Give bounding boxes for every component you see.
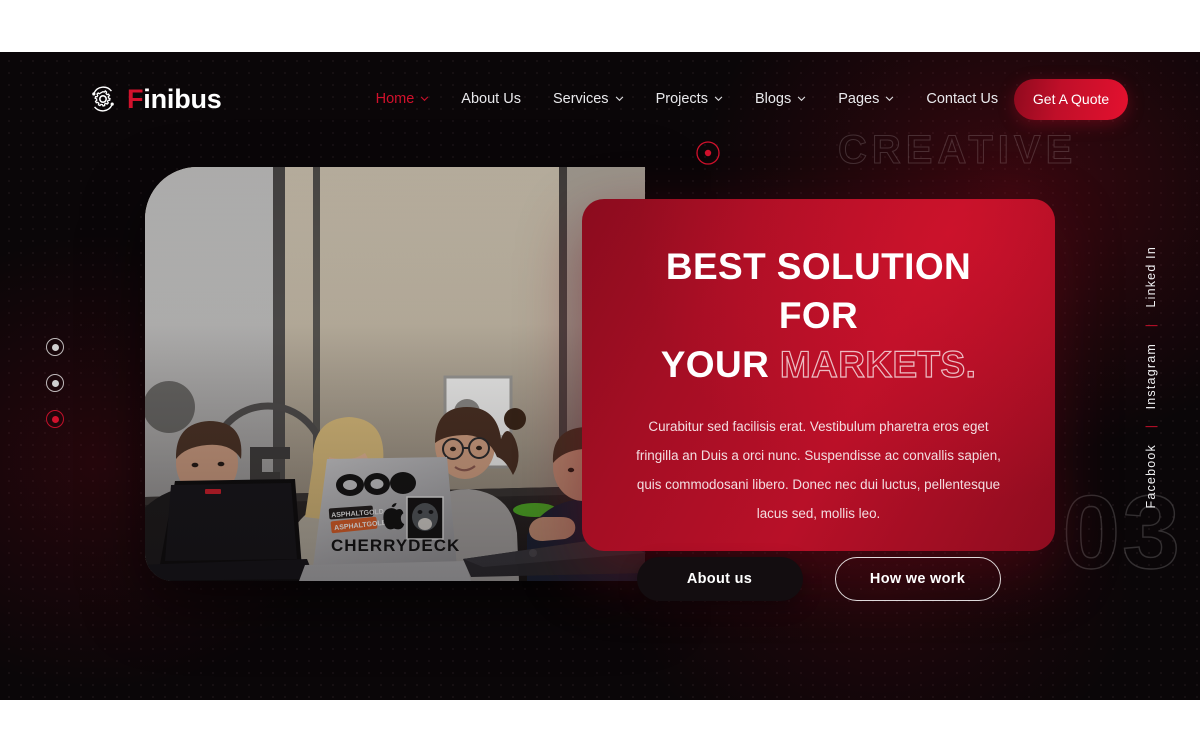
rail-separator: |	[1144, 323, 1158, 327]
headline-line-1: BEST SOLUTION FOR	[665, 246, 972, 336]
office-team-illustration: ASPHALTGOLD ASPHALTGOLD CHERRYDECK	[145, 167, 645, 581]
brand-accent-letter: F	[127, 83, 144, 114]
nav-label: About Us	[461, 91, 521, 107]
nav-item-services[interactable]: Services	[537, 91, 640, 107]
nav-item-about-us[interactable]: About Us	[445, 91, 537, 107]
nav-item-contact-us[interactable]: Contact Us	[910, 91, 1014, 107]
svg-text:CHERRYDECK: CHERRYDECK	[331, 536, 460, 555]
nav-item-pages[interactable]: Pages	[822, 91, 910, 107]
slider-dot-3-active[interactable]	[46, 410, 64, 428]
brand-name: Finibus	[127, 83, 222, 114]
brand-logo[interactable]: Finibus	[88, 84, 222, 114]
social-link-instagram[interactable]: Instagram	[1144, 343, 1158, 409]
headline-outline-word: MARKETS.	[779, 343, 977, 385]
nav-label: Pages	[838, 91, 880, 107]
hero-headline: BEST SOLUTION FOR YOUR MARKETS.	[622, 243, 1015, 389]
slide-number-watermark: 03	[1062, 475, 1182, 591]
gear-target-icon	[92, 86, 114, 112]
chevron-down-icon	[615, 96, 623, 102]
headline-line-2: YOUR MARKETS.	[622, 341, 1015, 390]
nav-label: Contact Us	[926, 91, 999, 107]
chevron-down-icon	[886, 96, 894, 102]
nav-label: Home	[375, 91, 415, 107]
nav-item-blogs[interactable]: Blogs	[739, 91, 822, 107]
nav-label: Services	[552, 91, 609, 107]
social-link-facebook[interactable]: Facebook	[1144, 444, 1158, 509]
slider-dot-core	[51, 343, 59, 351]
hero-paragraph: Curabitur sed facilisis erat. Vestibulum…	[636, 419, 1001, 521]
page-root: Finibus Home About Us Services Projects …	[0, 0, 1200, 750]
slider-dot-2[interactable]	[46, 374, 64, 392]
how-we-work-button[interactable]: How we work	[834, 556, 1001, 601]
brand-name-rest: inibus	[143, 83, 222, 114]
nav-item-home[interactable]: Home	[360, 91, 446, 107]
slider-dot-1[interactable]	[46, 338, 64, 356]
hero-photo: ASPHALTGOLD ASPHALTGOLD CHERRYDECK	[145, 167, 645, 581]
main-navigation: Home About Us Services Projects Blogs Pa…	[360, 91, 1014, 107]
headline-solid-word: YOUR	[660, 343, 770, 385]
hero-photo-card: ASPHALTGOLD ASPHALTGOLD CHERRYDECK	[145, 167, 645, 581]
social-link-linkedin[interactable]: Linked In	[1144, 246, 1158, 308]
chevron-down-icon	[797, 96, 806, 102]
hero-content-panel: BEST SOLUTION FOR YOUR MARKETS. Curabitu…	[582, 199, 1055, 601]
nav-item-projects[interactable]: Projects	[640, 91, 739, 107]
site-header: Finibus Home About Us Services Projects …	[0, 52, 1200, 146]
rail-separator: |	[1144, 425, 1158, 429]
nav-label: Projects	[655, 91, 708, 107]
chevron-down-icon	[714, 96, 723, 102]
social-links-rail: Linked In | Instagram | Facebook	[1144, 246, 1158, 509]
get-a-quote-button[interactable]: Get A Quote	[1014, 78, 1128, 120]
slider-dot-core	[51, 379, 59, 387]
hero-cta-row: About us How we work	[622, 556, 1015, 601]
about-us-button[interactable]: About us	[636, 556, 803, 601]
slider-pagination	[46, 338, 64, 428]
slider-dot-core	[51, 415, 59, 423]
nav-label: Blogs	[754, 91, 792, 107]
chevron-down-icon	[420, 96, 429, 102]
